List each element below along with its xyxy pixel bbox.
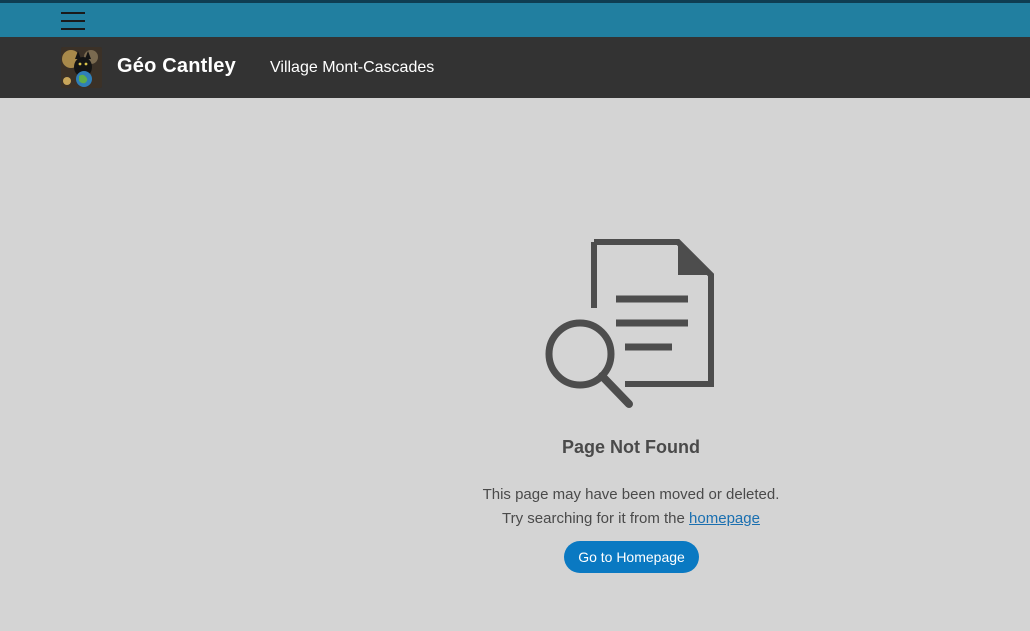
logo-image	[61, 47, 102, 88]
message-line-2: Try searching for it from the homepage	[0, 507, 1030, 531]
message-line-1: This page may have been moved or deleted…	[482, 486, 780, 503]
document-search-icon	[545, 239, 714, 408]
page-not-found-message: This page may have been moved or deleted…	[0, 483, 1030, 531]
site-title[interactable]: Géo Cantley	[117, 55, 236, 78]
nav-link-village-mont-cascades[interactable]: Village Mont-Cascades	[270, 59, 434, 77]
menu-line	[61, 20, 85, 22]
menu-line	[61, 12, 85, 14]
go-to-homepage-button[interactable]: Go to Homepage	[564, 541, 699, 573]
hamburger-menu-icon[interactable]	[58, 8, 88, 34]
main-content: Page Not Found This page may have been m…	[0, 98, 1030, 631]
site-header: Géo Cantley Village Mont-Cascades	[0, 37, 1030, 98]
menu-line	[61, 28, 85, 30]
site-logo[interactable]	[61, 47, 102, 88]
top-bar	[0, 0, 1030, 37]
homepage-link[interactable]: homepage	[689, 510, 760, 527]
page-not-found-title: Page Not Found	[562, 437, 700, 457]
message-line-2-text: Try searching for it from the	[502, 510, 690, 527]
